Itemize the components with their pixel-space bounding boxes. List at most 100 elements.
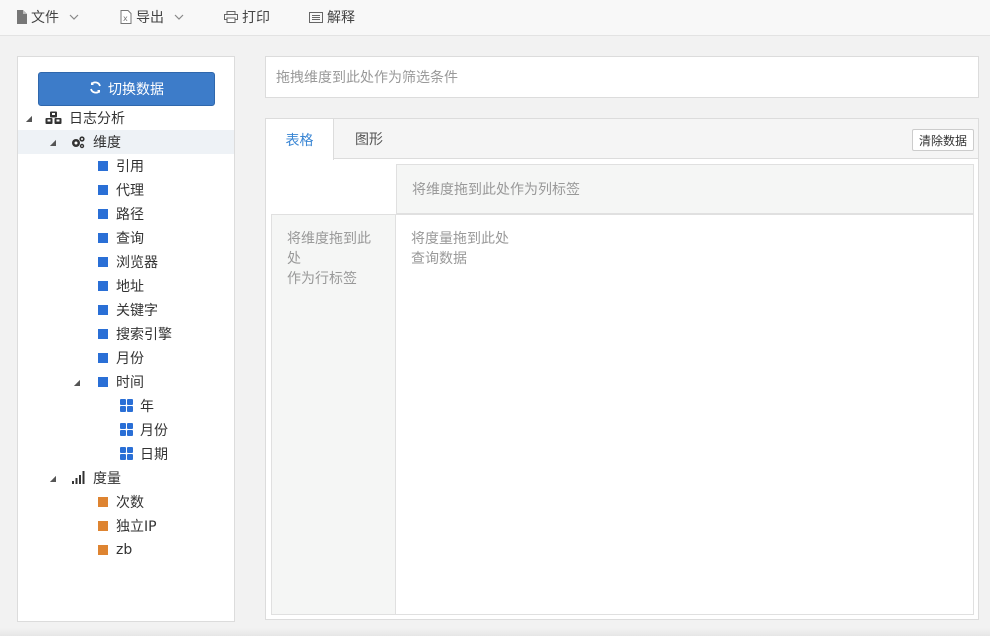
column-drop-text: 将维度拖到此处作为列标签	[412, 182, 580, 198]
tree-item-label: 搜索引擎	[116, 327, 172, 343]
list-icon	[309, 11, 323, 23]
measure-icon	[98, 497, 108, 507]
expanded-triangle-icon[interactable]: ◢	[48, 473, 58, 483]
print-menu[interactable]: 打印	[224, 7, 270, 27]
tree-item-label: 月份	[140, 423, 168, 439]
tree-item-label: 独立IP	[116, 519, 157, 535]
tree-item-dimension[interactable]: 地址	[18, 274, 234, 298]
tree-item-label: 路径	[116, 207, 144, 223]
tree-node-dimensions[interactable]: ◢ 维度	[18, 130, 234, 154]
dimension-icon	[98, 329, 108, 339]
tree-item-measure[interactable]: 独立IP	[18, 514, 234, 538]
tree-item-level[interactable]: 年	[18, 394, 234, 418]
dimension-icon	[98, 233, 108, 243]
gears-icon	[70, 135, 86, 149]
grid-icon	[120, 423, 133, 436]
filter-drop-zone[interactable]: 拖拽维度到此处作为筛选条件	[265, 56, 979, 98]
data-area-text-line: 查询数据	[411, 251, 467, 267]
measure-drop-zone[interactable]: 将度量拖到此处 查询数据	[396, 214, 974, 615]
tree-item-dimension[interactable]: 月份	[18, 346, 234, 370]
chevron-down-icon	[69, 14, 79, 20]
row-drop-text-line: 将维度拖到此	[287, 231, 371, 247]
dimension-icon	[98, 257, 108, 267]
tree-item-label: 月份	[116, 351, 144, 367]
row-drop-zone[interactable]: 将维度拖到此 处 作为行标签	[271, 214, 396, 615]
file-menu-label: 文件	[31, 10, 59, 26]
dimension-icon	[98, 185, 108, 195]
tree-item-dimension[interactable]: 搜索引擎	[18, 322, 234, 346]
file-menu[interactable]: 文件	[16, 7, 79, 27]
tree-item-label: 代理	[116, 183, 144, 199]
expanded-triangle-icon[interactable]: ◢	[48, 137, 58, 147]
tree-item-dimension[interactable]: 路径	[18, 202, 234, 226]
tree-item-label: 次数	[116, 495, 144, 511]
chevron-down-icon	[174, 14, 184, 20]
explain-menu-label: 解释	[327, 10, 355, 26]
tree-item-label: 关键字	[116, 303, 158, 319]
data-area-text-line: 将度量拖到此处	[411, 231, 509, 247]
tree-item-dimension[interactable]: 引用	[18, 154, 234, 178]
tree-item-label: 日期	[140, 447, 168, 463]
pivot-corner	[271, 164, 396, 214]
expanded-triangle-icon[interactable]: ◢	[72, 377, 82, 387]
expanded-triangle-icon[interactable]: ◢	[24, 113, 34, 123]
explain-menu[interactable]: 解释	[309, 7, 355, 27]
tree-item-label: 查询	[116, 231, 144, 247]
dimension-icon	[98, 209, 108, 219]
column-drop-zone[interactable]: 将维度拖到此处作为列标签	[396, 164, 974, 214]
switch-data-button[interactable]: 切换数据	[38, 72, 215, 106]
dimension-icon	[98, 281, 108, 291]
tree-item-label: 引用	[116, 159, 144, 175]
dimension-icon	[98, 305, 108, 315]
view-tabs: 表格 图形 清除数据	[266, 119, 978, 160]
grid-icon	[120, 447, 133, 460]
dimension-icon	[98, 161, 108, 171]
bottom-shade	[0, 628, 990, 636]
file-icon	[16, 10, 27, 24]
tree-item-dimension[interactable]: 浏览器	[18, 250, 234, 274]
pivot-panel: 表格 图形 清除数据 将维度拖到此处作为列标签 将维度拖到此 处 作为行标签 将…	[265, 118, 979, 620]
data-tree-panel: 切换数据 ◢ 日志分析 ◢ 维度 引用 代理 路径 查询 浏览器 地址 关键字 …	[17, 56, 235, 622]
clear-data-label: 清除数据	[918, 133, 967, 148]
dimension-icon	[98, 377, 108, 387]
tree-item-label: 地址	[116, 279, 144, 295]
tree-item-measure[interactable]: zb	[18, 538, 234, 562]
svg-text:x: x	[123, 14, 128, 23]
grid-icon	[120, 399, 133, 412]
print-menu-label: 打印	[242, 10, 270, 26]
filter-placeholder: 拖拽维度到此处作为筛选条件	[276, 70, 458, 86]
tab-label: 图形	[355, 132, 383, 148]
cubes-icon	[45, 111, 62, 125]
tree-node-label: 度量	[93, 471, 121, 487]
tree-item-dimension[interactable]: 关键字	[18, 298, 234, 322]
tree-item-dimension[interactable]: 代理	[18, 178, 234, 202]
measure-icon	[98, 521, 108, 531]
tab-label: 表格	[285, 132, 314, 149]
tree-item-label: 浏览器	[116, 255, 158, 271]
tree-node-measures[interactable]: ◢ 度量	[18, 466, 234, 490]
tree-item-label: zb	[116, 542, 133, 558]
tree-node-root[interactable]: ◢ 日志分析	[18, 106, 234, 130]
tree-node-label: 日志分析	[69, 111, 125, 127]
tree-node-time[interactable]: ◢ 时间	[18, 370, 234, 394]
clear-data-button[interactable]: 清除数据	[911, 129, 974, 151]
tree-item-dimension[interactable]: 查询	[18, 226, 234, 250]
tree-node-label: 时间	[116, 375, 144, 391]
tree-node-label: 维度	[93, 135, 121, 151]
row-drop-text-line: 作为行标签	[287, 271, 357, 287]
signal-bars-icon	[72, 471, 86, 484]
export-icon: x	[120, 10, 132, 24]
export-menu-label: 导出	[136, 10, 164, 26]
tab-table[interactable]: 表格	[266, 119, 334, 160]
measure-icon	[98, 545, 108, 555]
tree-item-label: 年	[140, 399, 154, 415]
tree-item-level[interactable]: 日期	[18, 442, 234, 466]
dimension-icon	[98, 353, 108, 363]
tree-item-measure[interactable]: 次数	[18, 490, 234, 514]
tree-item-level[interactable]: 月份	[18, 418, 234, 442]
row-drop-text-line: 处	[287, 251, 301, 267]
switch-data-label: 切换数据	[108, 82, 164, 98]
printer-icon	[224, 11, 238, 23]
tab-chart[interactable]: 图形	[334, 119, 404, 159]
export-menu[interactable]: x 导出	[120, 7, 184, 27]
